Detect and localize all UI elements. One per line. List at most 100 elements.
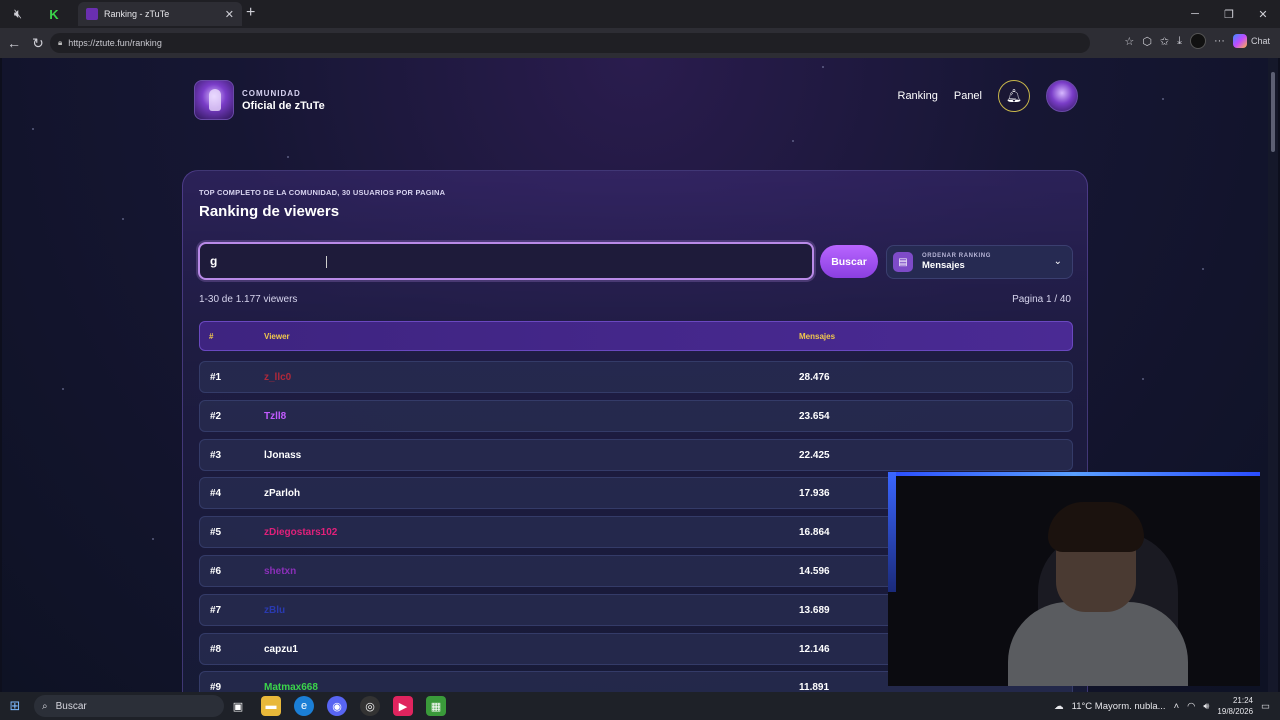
- page-title: Ranking de viewers: [199, 203, 340, 220]
- notification-center-icon[interactable]: ▭: [1261, 701, 1270, 712]
- windows-taskbar: ⊞ ⌕ Buscar ▣ ▬ e ◉ ◎ ▶ ▦ ☁ 11°C Mayorm. …: [0, 692, 1280, 720]
- star-decoration: [122, 218, 124, 220]
- text-cursor-icon: [326, 256, 327, 268]
- url-text: https://ztute.fun/ranking: [68, 38, 162, 48]
- reload-icon[interactable]: ↻: [26, 28, 50, 58]
- viewer-cell[interactable]: capzu1: [264, 644, 298, 655]
- star-decoration: [1162, 98, 1164, 100]
- brand-top-text: COMUNIDAD: [242, 88, 301, 98]
- messages-cell: 13.689: [799, 604, 830, 616]
- minecraft-icon[interactable]: ▦: [426, 696, 446, 716]
- viewer-cell[interactable]: zBlu: [264, 605, 285, 616]
- rank-cell: #9: [210, 682, 222, 692]
- back-arrow-icon[interactable]: ←: [2, 28, 26, 58]
- profile-icon[interactable]: [1189, 33, 1206, 49]
- rank-cell: #1: [210, 372, 222, 383]
- table-row[interactable]: #3 lJonass 22.425: [199, 438, 1073, 471]
- brand[interactable]: COMUNIDAD Oficial de zTuTe: [194, 80, 325, 120]
- webcam-overlay: [888, 472, 1260, 686]
- favorites-icon[interactable]: ✩: [1160, 35, 1169, 48]
- copilot-icon: [1232, 34, 1247, 48]
- viewer-cell[interactable]: Tzll8: [264, 411, 286, 422]
- table-row[interactable]: #1 z_llc0 28.476: [199, 361, 1073, 393]
- clock[interactable]: 21:24 19/8/2026: [1217, 695, 1253, 717]
- viewer-cell[interactable]: z_llc0: [264, 372, 291, 383]
- viewer-cell[interactable]: shetxn: [264, 566, 296, 577]
- star-decoration: [32, 128, 34, 130]
- windows-start-icon[interactable]: ⊞: [0, 692, 30, 720]
- obs-icon[interactable]: ◎: [360, 696, 380, 716]
- viewer-cell[interactable]: zDiegostars102: [264, 527, 337, 538]
- search-button[interactable]: Buscar: [820, 245, 878, 278]
- messages-cell: 14.596: [799, 566, 830, 577]
- community-logo: [194, 80, 234, 120]
- close-window-icon[interactable]: ✕: [1246, 0, 1280, 28]
- column-header-messages: Mensajes: [799, 332, 836, 341]
- star-decoration: [287, 156, 289, 158]
- chat-bubble-icon: ▤: [893, 252, 913, 272]
- wifi-icon[interactable]: ◠: [1187, 701, 1195, 712]
- results-count: 1-30 de 1.177 viewers: [199, 294, 298, 305]
- card-kicker: TOP COMPLETO DE LA COMUNIDAD, 30 USUARIO…: [199, 188, 446, 197]
- viewer-cell[interactable]: lJonass: [264, 450, 301, 461]
- lock-icon: 🔒︎: [58, 38, 63, 47]
- download-icon[interactable]: ⤓: [1177, 35, 1182, 48]
- page-scrollbar[interactable]: [1268, 58, 1278, 692]
- streamer-body: [1008, 602, 1188, 686]
- search-input[interactable]: [210, 254, 812, 268]
- file-explorer-icon[interactable]: ▬: [261, 696, 281, 716]
- close-tab-icon[interactable]: ✕: [225, 8, 234, 21]
- url-field[interactable]: 🔒︎ https://ztute.fun/ranking: [50, 33, 1090, 53]
- more-icon[interactable]: ···: [1214, 35, 1225, 47]
- favorite-star-icon[interactable]: ☆: [1124, 35, 1134, 48]
- discord-icon[interactable]: ◉: [327, 696, 347, 716]
- table-row[interactable]: #2 Tzll8 23.654: [199, 399, 1073, 432]
- messages-cell: 12.146: [799, 643, 830, 655]
- user-avatar[interactable]: [1046, 80, 1078, 112]
- edge-browser-icon[interactable]: e: [294, 696, 314, 716]
- nav-panel-link[interactable]: Panel: [954, 90, 982, 102]
- star-decoration: [822, 66, 824, 68]
- task-view-icon[interactable]: ▣: [228, 696, 248, 716]
- led-light-side: [888, 472, 896, 592]
- media-player-icon[interactable]: ▶: [393, 696, 413, 716]
- messages-cell: 11.891: [799, 682, 830, 692]
- weather-text[interactable]: 11°C Mayorm. nubla...: [1072, 701, 1166, 712]
- browser-tab-active[interactable]: Ranking - zTuTe ✕: [78, 2, 242, 26]
- extensions-icon[interactable]: ⬡: [1142, 35, 1152, 48]
- minimize-icon[interactable]: ─: [1178, 0, 1212, 28]
- kick-tab-icon[interactable]: K: [36, 0, 72, 28]
- clock-date: 19/8/2026: [1217, 707, 1254, 716]
- notifications-bell-icon[interactable]: 🔔︎: [998, 80, 1030, 112]
- scrollbar-thumb[interactable]: [1271, 72, 1275, 152]
- star-decoration: [792, 140, 794, 142]
- system-tray: ☁ 11°C Mayorm. nubla... ˄ ◠ 🔊︎ 21:24 19/…: [1054, 692, 1270, 720]
- speaker-muted-icon[interactable]: 🔇︎: [0, 0, 36, 28]
- browser-tabbar: 🔇︎ K Ranking - zTuTe ✕ + ─ ❐ ✕: [0, 0, 1280, 28]
- viewer-cell[interactable]: zParloh: [264, 488, 300, 499]
- viewer-cell[interactable]: Matmax668: [264, 682, 318, 692]
- restore-icon[interactable]: ❐: [1212, 0, 1246, 28]
- star-decoration: [1142, 378, 1144, 380]
- search-box[interactable]: [198, 242, 814, 280]
- copilot-chat-button[interactable]: Chat: [1232, 34, 1270, 48]
- rank-cell: #3: [210, 449, 222, 461]
- top-nav: Ranking Panel 🔔︎: [898, 80, 1078, 112]
- star-decoration: [62, 388, 64, 390]
- nav-ranking-link[interactable]: Ranking: [898, 90, 938, 102]
- volume-icon[interactable]: 🔊︎: [1203, 701, 1209, 712]
- search-icon: ⌕: [42, 700, 48, 712]
- messages-cell: 22.425: [799, 449, 830, 461]
- messages-cell: 17.936: [799, 488, 830, 500]
- taskbar-search-label: Buscar: [55, 700, 87, 712]
- taskbar-search[interactable]: ⌕ Buscar: [34, 695, 224, 717]
- star-decoration: [1202, 268, 1204, 270]
- order-ranking-select[interactable]: ▤ ORDENAR RANKING Mensajes ⌄: [886, 245, 1073, 279]
- new-tab-button[interactable]: +: [246, 4, 255, 22]
- chat-label: Chat: [1250, 36, 1270, 46]
- column-header-viewer: Viewer: [264, 332, 290, 341]
- tray-chevron-up-icon[interactable]: ˄: [1174, 701, 1180, 712]
- weather-icon: ☁: [1054, 700, 1064, 712]
- messages-cell: 28.476: [799, 372, 830, 383]
- column-header-rank: #: [209, 332, 214, 341]
